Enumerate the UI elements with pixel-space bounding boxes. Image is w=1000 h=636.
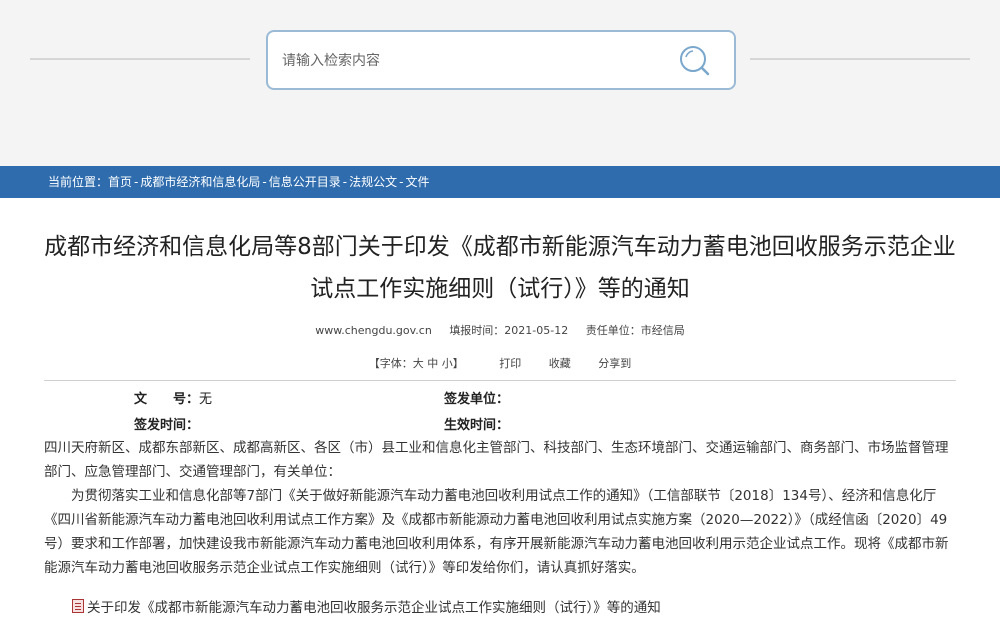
header-divider-left [30, 58, 250, 60]
header-divider-right [750, 58, 970, 60]
page-title-line1: 成都市经济和信息化局等8部门关于印发《成都市新能源汽车动力蓄电池回收服务示范企业 [44, 234, 956, 260]
search-input[interactable] [282, 48, 662, 74]
doc-number-value: 无 [199, 392, 213, 407]
print-button[interactable]: 打印 [499, 357, 521, 370]
breadcrumb-item-documents[interactable]: 文件 [405, 175, 429, 189]
search-button[interactable] [676, 42, 714, 80]
meta-date: 填报时间：2021-05-12 [449, 324, 569, 337]
body-paragraph-main: 为贯彻落实工业和信息化部等7部门《关于做好新能源汽车动力蓄电池回收利用试点工作的… [44, 488, 949, 576]
breadcrumb-separator: - [262, 175, 267, 189]
article-meta: www.chengdu.gov.cn 填报时间：2021-05-12 责任单位：… [0, 322, 1000, 338]
document-icon [72, 599, 84, 613]
issuer-label: 签发单位： [444, 392, 510, 407]
breadcrumb-separator: - [399, 175, 404, 189]
article-body: 四川天府新区、成都东部新区、成都高新区、各区（市）县工业和信息化主管部门、科技部… [44, 436, 958, 580]
doc-number-label: 文 号： [134, 392, 200, 407]
issue-time-field: 签发时间： [134, 414, 199, 433]
issuer-field: 签发单位： [444, 388, 509, 407]
breadcrumb-item-bureau[interactable]: 成都市经济和信息化局 [140, 175, 260, 189]
breadcrumb-separator: - [342, 175, 348, 189]
breadcrumb: 当前位置：首页 - 成都市经济和信息化局 - 信息公开目录 - 法规公文 - 文件 [0, 166, 1000, 198]
page-title-line2: 试点工作实施细则（试行）》等的通知 [310, 276, 690, 302]
breadcrumb-item-catalog[interactable]: 信息公开目录 [269, 175, 341, 189]
attachment-label: 关于印发《成都市新能源汽车动力蓄电池回收服务示范企业试点工作实施细则（试行）》等… [87, 600, 661, 616]
effective-time-label: 生效时间： [444, 418, 510, 433]
search-box [266, 30, 736, 90]
meta-site: www.chengdu.gov.cn [315, 324, 432, 337]
breadcrumb-item-regulations[interactable]: 法规公文 [349, 175, 397, 189]
page-title: 成都市经济和信息化局等8部门关于印发《成都市新能源汽车动力蓄电池回收服务示范企业… [30, 226, 970, 310]
search-icon [680, 46, 710, 76]
article-tools: 【字体：大 中 小】 打印 收藏 分享到 [0, 355, 1000, 371]
meta-unit: 责任单位：市经信局 [585, 324, 685, 337]
share-button[interactable]: 分享到 [598, 357, 631, 370]
effective-time-field: 生效时间： [444, 414, 509, 433]
body-paragraph-addressees: 四川天府新区、成都东部新区、成都高新区、各区（市）县工业和信息化主管部门、科技部… [44, 440, 949, 480]
doc-number-field: 文 号：无 [134, 388, 212, 407]
content-divider [44, 380, 956, 381]
font-size-control[interactable]: 【字体：大 中 小】 [369, 357, 464, 370]
breadcrumb-separator: - [134, 175, 139, 189]
header-area [0, 0, 1000, 166]
favorite-button[interactable]: 收藏 [549, 357, 571, 370]
attachment-link[interactable]: 关于印发《成都市新能源汽车动力蓄电池回收服务示范企业试点工作实施细则（试行）》等… [72, 596, 661, 616]
breadcrumb-prefix: 当前位置： [48, 175, 109, 189]
issue-time-label: 签发时间： [134, 418, 200, 433]
breadcrumb-item-home[interactable]: 首页 [108, 175, 132, 189]
